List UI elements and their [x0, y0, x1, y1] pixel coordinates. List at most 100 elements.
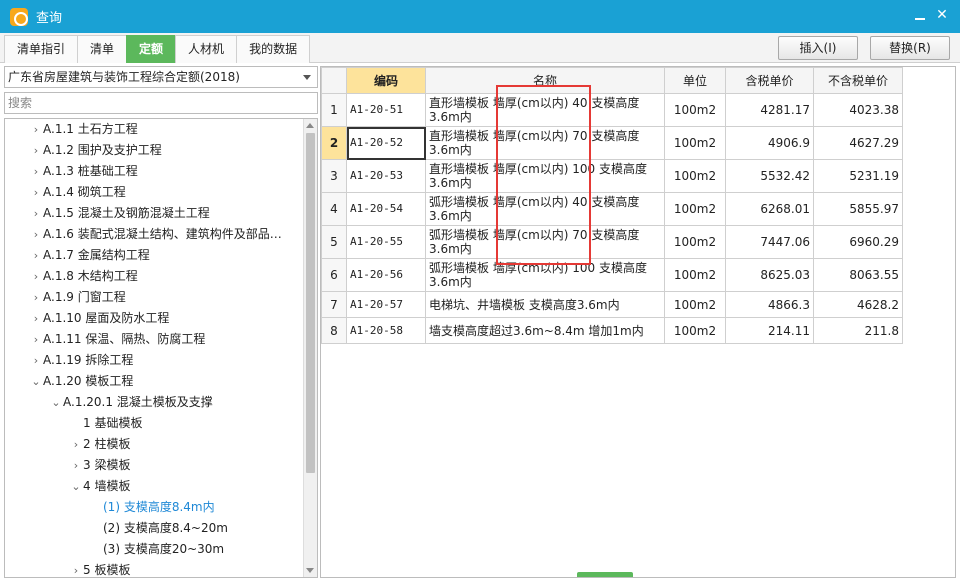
tree-item[interactable]: › A.1.9 门窗工程	[29, 287, 126, 308]
quota-library-dropdown[interactable]: 广东省房屋建筑与装饰工程综合定额(2018)	[4, 66, 318, 88]
cell-code[interactable]: A1-20-52	[346, 126, 426, 160]
row-index[interactable]: 3	[321, 159, 347, 193]
cell-name[interactable]: 电梯坑、井墙模板 支模高度3.6m内	[425, 291, 665, 318]
tree-item[interactable]: › 3 梁模板	[69, 455, 131, 476]
cell-price-notax[interactable]: 5855.97	[813, 192, 903, 226]
row-index[interactable]: 7	[321, 291, 347, 318]
cell-price-notax[interactable]: 4627.29	[813, 126, 903, 160]
cell-price-tax[interactable]: 7447.06	[725, 225, 814, 259]
chevron-right-icon[interactable]: ›	[69, 455, 83, 476]
cell-code[interactable]: A1-20-56	[346, 258, 426, 292]
tree-item[interactable]: (3) 支模高度20~30m	[89, 539, 224, 560]
row-index[interactable]: 8	[321, 317, 347, 344]
cell-code[interactable]: A1-20-57	[346, 291, 426, 318]
cell-price-notax[interactable]: 4023.38	[813, 93, 903, 127]
row-index[interactable]: 5	[321, 225, 347, 259]
cell-name[interactable]: 弧形墙模板 墙厚(cm以内) 40 支模高度3.6m内	[425, 192, 665, 226]
chevron-down-icon[interactable]: ⌄	[49, 392, 63, 413]
scroll-down-icon[interactable]	[306, 568, 314, 573]
cell-price-tax[interactable]: 4281.17	[725, 93, 814, 127]
tree-item[interactable]: ⌄ A.1.20 模板工程	[29, 371, 133, 392]
row-index[interactable]: 2	[321, 126, 347, 160]
chevron-right-icon[interactable]: ›	[29, 308, 43, 329]
cell-unit[interactable]: 100m2	[664, 225, 726, 259]
cell-code[interactable]: A1-20-55	[346, 225, 426, 259]
cell-unit[interactable]: 100m2	[664, 258, 726, 292]
replace-button[interactable]: 替换(R)	[870, 36, 950, 60]
cell-price-notax[interactable]: 8063.55	[813, 258, 903, 292]
tree-item[interactable]: › 5 板模板	[69, 560, 131, 577]
chevron-right-icon[interactable]: ›	[29, 266, 43, 287]
cell-unit[interactable]: 100m2	[664, 317, 726, 344]
cell-price-notax[interactable]: 5231.19	[813, 159, 903, 193]
cell-name[interactable]: 直形墙模板 墙厚(cm以内) 40 支模高度3.6m内	[425, 93, 665, 127]
chevron-right-icon[interactable]: ›	[29, 140, 43, 161]
chevron-right-icon[interactable]: ›	[29, 203, 43, 224]
tree-item[interactable]: › A.1.5 混凝土及钢筋混凝土工程	[29, 203, 210, 224]
tree-item[interactable]: › A.1.6 装配式混凝土结构、建筑构件及部品…	[29, 224, 282, 245]
cell-name[interactable]: 弧形墙模板 墙厚(cm以内) 70 支模高度3.6m内	[425, 225, 665, 259]
cell-unit[interactable]: 100m2	[664, 159, 726, 193]
chevron-right-icon[interactable]: ›	[69, 560, 83, 577]
table-row[interactable]: 7 A1-20-57 电梯坑、井墙模板 支模高度3.6m内 100m2 4866.3 46…	[321, 291, 903, 318]
tree-item[interactable]: ⌄ A.1.20.1 混凝土模板及支撑	[49, 392, 212, 413]
close-icon[interactable]: ✕	[934, 7, 950, 23]
tree-item[interactable]: › A.1.19 拆除工程	[29, 350, 134, 371]
tab-3[interactable]: 人材机	[175, 35, 238, 63]
tree-item[interactable]: 1 基础模板	[69, 413, 142, 434]
cell-code[interactable]: A1-20-58	[346, 317, 426, 344]
cell-code[interactable]: A1-20-53	[346, 159, 426, 193]
header-price-notax[interactable]: 不含税单价	[813, 67, 903, 94]
cell-price-notax[interactable]: 4628.2	[813, 291, 903, 318]
tree-item[interactable]: › A.1.4 砌筑工程	[29, 182, 126, 203]
tab-2[interactable]: 定额	[126, 35, 177, 63]
cell-price-notax[interactable]: 211.8	[813, 317, 903, 344]
row-index[interactable]: 4	[321, 192, 347, 226]
insert-button[interactable]: 插入(I)	[778, 36, 858, 60]
cell-unit[interactable]: 100m2	[664, 192, 726, 226]
cell-price-tax[interactable]: 8625.03	[725, 258, 814, 292]
header-code[interactable]: 编码	[346, 67, 426, 94]
cell-price-tax[interactable]: 6268.01	[725, 192, 814, 226]
tree-item[interactable]: › 2 柱模板	[69, 434, 131, 455]
cell-price-tax[interactable]: 4866.3	[725, 291, 814, 318]
table-row[interactable]: 8 A1-20-58 墙支模高度超过3.6m~8.4m 增加1m内 100m2 214.…	[321, 317, 903, 344]
cell-price-tax[interactable]: 5532.42	[725, 159, 814, 193]
cell-name[interactable]: 直形墙模板 墙厚(cm以内) 100 支模高度3.6m内	[425, 159, 665, 193]
cell-price-tax[interactable]: 4906.9	[725, 126, 814, 160]
chevron-right-icon[interactable]: ›	[69, 434, 83, 455]
scroll-up-icon[interactable]	[306, 123, 314, 128]
chevron-right-icon[interactable]: ›	[29, 224, 43, 245]
cell-code[interactable]: A1-20-51	[346, 93, 426, 127]
chevron-right-icon[interactable]: ›	[29, 119, 43, 140]
tree-item[interactable]: (2) 支模高度8.4~20m	[89, 518, 228, 539]
cell-name[interactable]: 直形墙模板 墙厚(cm以内) 70 支模高度3.6m内	[425, 126, 665, 160]
header-name[interactable]: 名称	[425, 67, 665, 94]
tab-0[interactable]: 清单指引	[4, 35, 79, 63]
chevron-right-icon[interactable]: ›	[29, 245, 43, 266]
chevron-down-icon[interactable]: ⌄	[69, 476, 83, 497]
chevron-right-icon[interactable]: ›	[29, 182, 43, 203]
tree-scrollbar[interactable]	[303, 119, 317, 577]
cell-name[interactable]: 墙支模高度超过3.6m~8.4m 增加1m内	[425, 317, 665, 344]
chevron-down-icon[interactable]: ⌄	[29, 371, 43, 392]
tree-item[interactable]: › A.1.3 桩基础工程	[29, 161, 138, 182]
tree-item[interactable]: › A.1.1 土石方工程	[29, 119, 138, 140]
table-row[interactable]: 1 A1-20-51 直形墙模板 墙厚(cm以内) 40 支模高度3.6m内 100m…	[321, 93, 903, 127]
tree-item[interactable]: › A.1.10 屋面及防水工程	[29, 308, 170, 329]
tree-item[interactable]: ⌄ 4 墙模板	[69, 476, 130, 497]
tab-1[interactable]: 清单	[77, 35, 128, 63]
tree-item[interactable]: › A.1.11 保温、隔热、防腐工程	[29, 329, 206, 350]
header-price-tax[interactable]: 含税单价	[725, 67, 814, 94]
cell-unit[interactable]: 100m2	[664, 93, 726, 127]
table-row[interactable]: 4 A1-20-54 弧形墙模板 墙厚(cm以内) 40 支模高度3.6m内 100m…	[321, 192, 903, 226]
row-index[interactable]: 6	[321, 258, 347, 292]
cell-name[interactable]: 弧形墙模板 墙厚(cm以内) 100 支模高度3.6m内	[425, 258, 665, 292]
splitter-handle[interactable]	[577, 572, 633, 577]
cell-code[interactable]: A1-20-54	[346, 192, 426, 226]
tree-item[interactable]: (1) 支模高度8.4m内	[89, 497, 215, 518]
search-input[interactable]	[4, 92, 318, 114]
row-index[interactable]: 1	[321, 93, 347, 127]
tree-item[interactable]: › A.1.2 围护及支护工程	[29, 140, 162, 161]
tree-item[interactable]: › A.1.7 金属结构工程	[29, 245, 150, 266]
